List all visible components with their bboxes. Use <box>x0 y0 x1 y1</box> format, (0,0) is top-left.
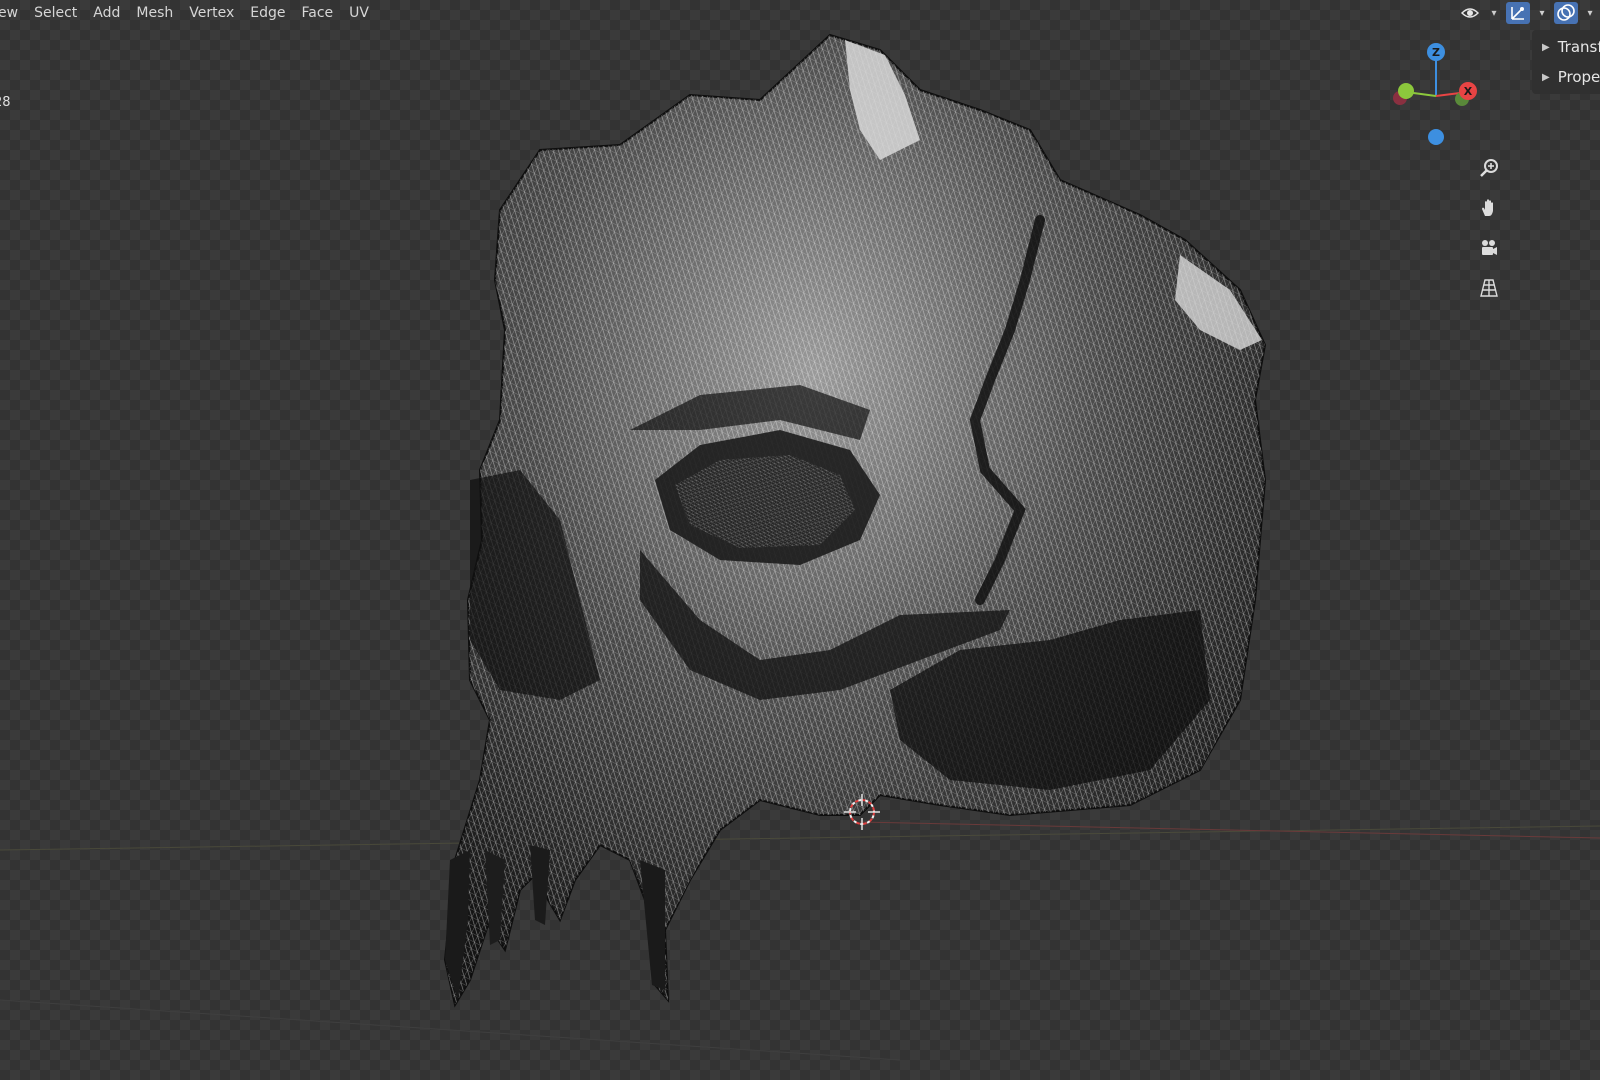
pan-hand-icon[interactable] <box>1473 192 1505 224</box>
panel-transform[interactable]: ▶ Transf <box>1532 32 1600 62</box>
gizmo-y-icon[interactable] <box>1398 83 1414 99</box>
skull-mesh[interactable] <box>443 33 1267 1008</box>
panel-properties[interactable]: ▶ Prope <box>1532 62 1600 92</box>
gizmo-z-icon[interactable]: Z <box>1427 43 1445 61</box>
gizmo-z-neg-icon[interactable] <box>1428 129 1444 145</box>
overlay-toggle-icon[interactable] <box>1554 2 1578 24</box>
viewport-header-tools: ▾ ▾ ▾ <box>1458 0 1600 26</box>
menu-mesh[interactable]: Mesh <box>128 5 181 21</box>
camera-icon[interactable] <box>1473 232 1505 264</box>
zoom-icon[interactable] <box>1473 152 1505 184</box>
tooth <box>530 845 550 925</box>
expand-arrow-icon: ▶ <box>1542 71 1550 83</box>
statistics-text: 28 <box>0 95 11 110</box>
menu-vertex[interactable]: Vertex <box>181 5 242 21</box>
ortho-grid-icon[interactable] <box>1473 272 1505 304</box>
menu-face[interactable]: Face <box>294 5 342 21</box>
navigation-tools <box>1473 152 1513 304</box>
gizmo-toggle-icon[interactable] <box>1506 2 1530 24</box>
chevron-down-icon[interactable]: ▾ <box>1584 2 1596 24</box>
viewport[interactable] <box>0 0 1600 1080</box>
menu-uv[interactable]: UV <box>341 5 377 21</box>
expand-arrow-icon: ▶ <box>1542 41 1550 53</box>
menu-edge[interactable]: Edge <box>242 5 293 21</box>
menu-view[interactable]: ew <box>0 5 26 21</box>
svg-text:Z: Z <box>1432 46 1440 59</box>
svg-text:X: X <box>1464 85 1473 98</box>
editor-menubar: ew Select Add Mesh Vertex Edge Face UV <box>0 0 377 26</box>
panel-label: Transf <box>1557 38 1600 56</box>
floor-grid-line <box>0 825 1600 851</box>
navigation-gizmo[interactable]: X Z <box>1390 38 1500 153</box>
menu-add[interactable]: Add <box>85 5 128 21</box>
panel-label: Prope <box>1557 68 1600 86</box>
view-eye-icon[interactable] <box>1458 2 1482 24</box>
chevron-down-icon[interactable]: ▾ <box>1536 2 1548 24</box>
sidebar-panel: ▶ Transf ▶ Prope <box>1532 30 1600 94</box>
tooth <box>640 860 665 990</box>
menu-select[interactable]: Select <box>26 5 85 21</box>
floor-grid-line <box>0 999 901 1061</box>
gizmo-x-icon[interactable]: X <box>1459 82 1477 100</box>
chevron-down-icon[interactable]: ▾ <box>1488 2 1500 24</box>
